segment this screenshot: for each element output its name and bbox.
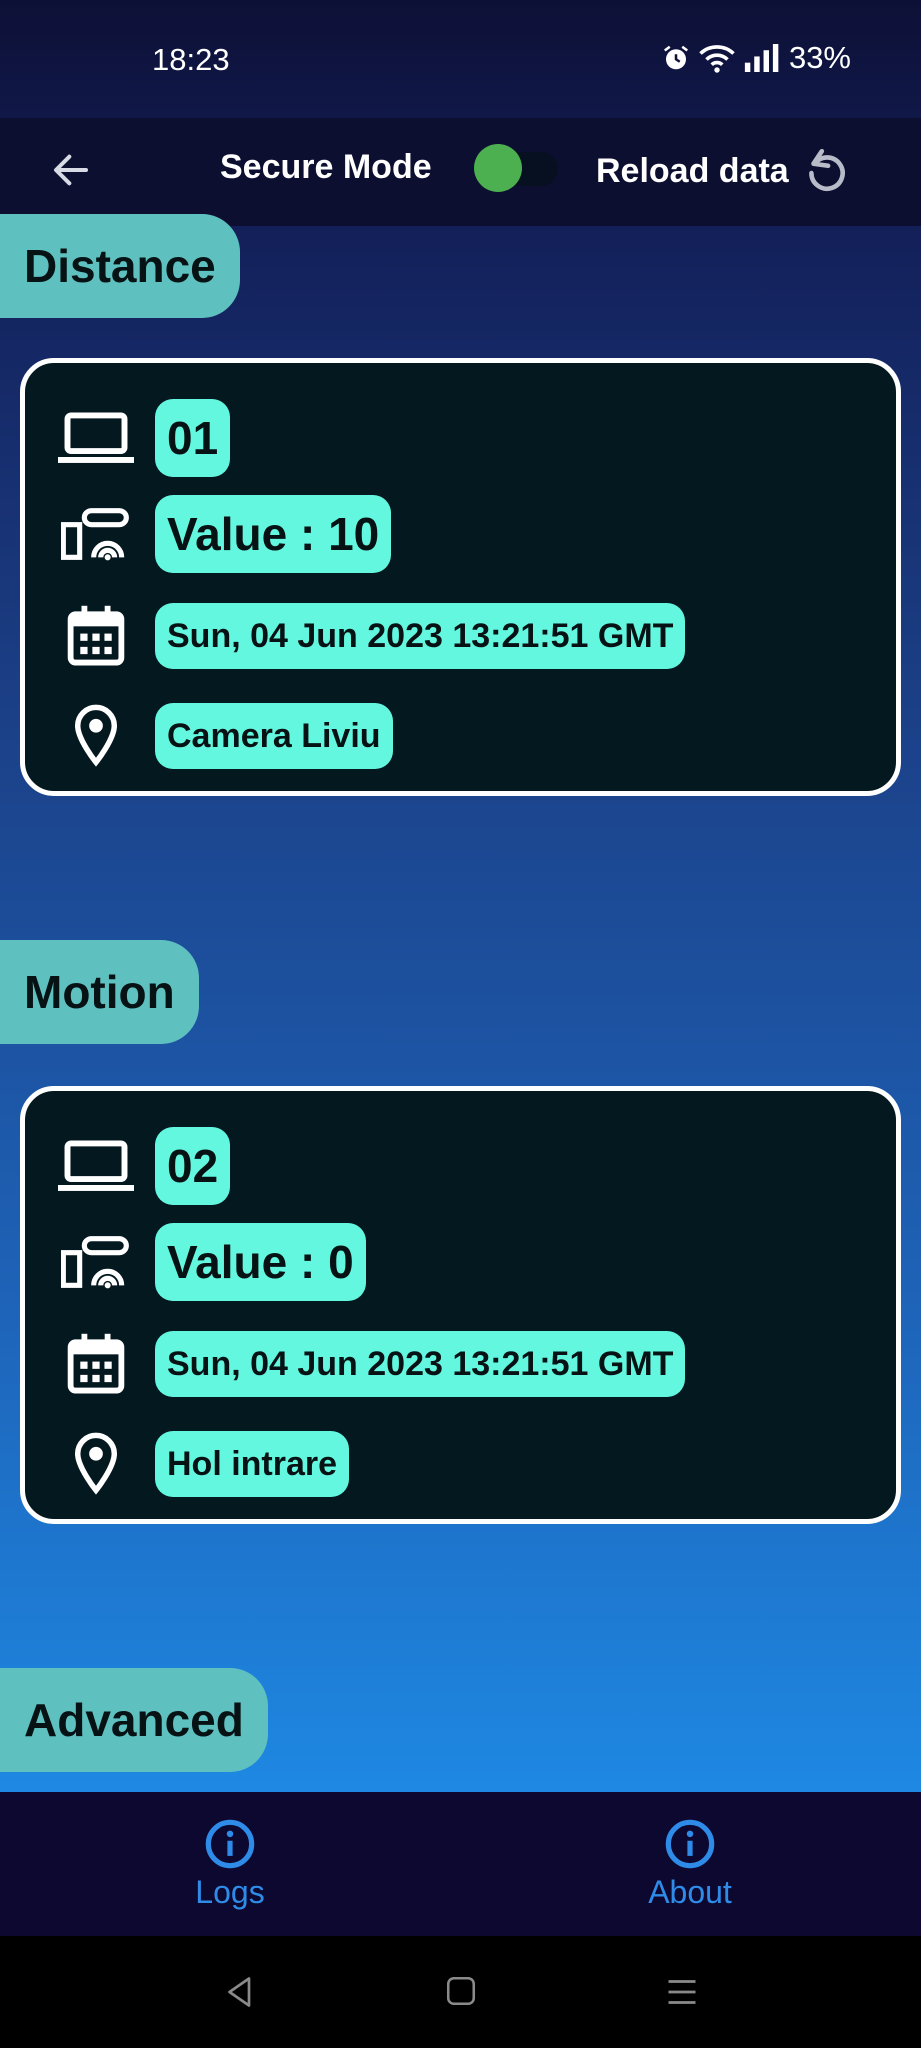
timestamp-row: Sun, 04 Jun 2023 13:21:51 GMT — [25, 1331, 686, 1397]
back-button[interactable] — [44, 138, 98, 202]
toggle-thumb — [474, 144, 522, 192]
nav-item-logs[interactable]: Logs — [130, 1818, 330, 1911]
alarm-icon — [663, 45, 688, 70]
system-home-icon[interactable] — [444, 1974, 478, 2008]
status-bar: 18:23 33% — [0, 0, 921, 118]
section-header-advanced[interactable]: Advanced — [0, 1668, 268, 1772]
value-row: Value : 0 — [25, 1223, 366, 1301]
reload-data-label: Reload data — [596, 151, 789, 190]
location-pin-icon — [74, 704, 118, 767]
nav-item-about[interactable]: About — [590, 1818, 790, 1911]
device-row: 02 — [25, 1127, 231, 1205]
app-bar: Secure Mode Reload data — [0, 118, 921, 226]
timestamp-row: Sun, 04 Jun 2023 13:21:51 GMT — [25, 603, 686, 669]
section-header-distance: Distance — [0, 214, 240, 318]
signal-icon — [744, 44, 779, 72]
nav-label-logs: Logs — [195, 1874, 265, 1910]
sensor-icon — [61, 1236, 129, 1289]
device-id-chip: 02 — [155, 1127, 231, 1205]
timestamp-chip: Sun, 04 Jun 2023 13:21:51 GMT — [155, 603, 686, 669]
location-pin-icon — [74, 1432, 118, 1495]
reload-icon — [808, 148, 845, 191]
sensor-value-chip: Value : 0 — [155, 1223, 366, 1301]
calendar-icon — [67, 1333, 125, 1394]
section-header-motion: Motion — [0, 940, 199, 1044]
timestamp-chip: Sun, 04 Jun 2023 13:21:51 GMT — [155, 1331, 686, 1397]
system-menu-icon[interactable] — [664, 1974, 700, 2010]
sensor-card-distance[interactable]: 01 Value : 10 Sun, 04 Jun 2023 13:21:51 … — [20, 358, 901, 796]
value-row: Value : 10 — [25, 495, 392, 573]
secure-mode-toggle[interactable] — [470, 136, 566, 200]
location-row: Camera Liviu — [25, 703, 393, 769]
system-navigation-bar — [0, 1936, 921, 2048]
info-icon — [665, 1819, 715, 1869]
location-chip: Hol intrare — [155, 1431, 350, 1497]
bottom-navigation: Logs About — [0, 1792, 921, 1936]
info-icon — [205, 1819, 255, 1869]
wifi-icon — [699, 45, 735, 73]
location-chip: Camera Liviu — [155, 703, 393, 769]
location-row: Hol intrare — [25, 1431, 350, 1497]
device-id-chip: 01 — [155, 399, 231, 477]
app-screen: 18:23 33% Secure Mode Reload data Distan… — [0, 0, 921, 1792]
system-back-icon[interactable] — [222, 1974, 258, 2010]
nav-label-about: About — [648, 1874, 732, 1910]
back-arrow-icon — [54, 154, 88, 186]
secure-mode-label: Secure Mode — [220, 148, 432, 186]
calendar-icon — [67, 605, 125, 666]
status-time: 18:23 — [152, 42, 230, 77]
reload-data-button[interactable]: Reload data — [596, 136, 851, 206]
laptop-icon — [58, 1140, 134, 1191]
sensor-card-motion[interactable]: 02 Value : 0 Sun, 04 Jun 2023 13:21:51 G… — [20, 1086, 901, 1524]
sensor-value-chip: Value : 10 — [155, 495, 392, 573]
sensor-icon — [61, 508, 129, 561]
device-row: 01 — [25, 399, 231, 477]
laptop-icon — [58, 412, 134, 463]
status-icons: 33% — [661, 40, 851, 76]
battery-percent: 33% — [788, 40, 851, 75]
